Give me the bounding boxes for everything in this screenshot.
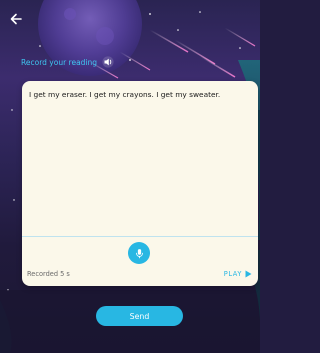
back-arrow-icon (10, 13, 22, 25)
recording-status: Recorded 5 s (27, 270, 70, 278)
microphone-button[interactable] (128, 242, 150, 264)
reading-passage: I get my eraser. I get my crayons. I get… (29, 90, 221, 99)
play-triangle-icon (245, 270, 252, 278)
reading-screen: Record your reading I get my eraser. I g… (0, 0, 260, 353)
record-reading-label: Record your reading (21, 55, 115, 69)
play-button[interactable]: PLAY (224, 268, 252, 279)
microphone-icon (135, 248, 143, 258)
play-label: PLAY (223, 269, 242, 278)
speaker-icon[interactable] (101, 55, 115, 69)
card-divider (22, 236, 258, 237)
send-button[interactable]: Send (96, 306, 183, 326)
record-reading-text: Record your reading (21, 57, 98, 67)
back-button[interactable] (7, 10, 25, 28)
reading-card: I get my eraser. I get my crayons. I get… (22, 81, 258, 286)
